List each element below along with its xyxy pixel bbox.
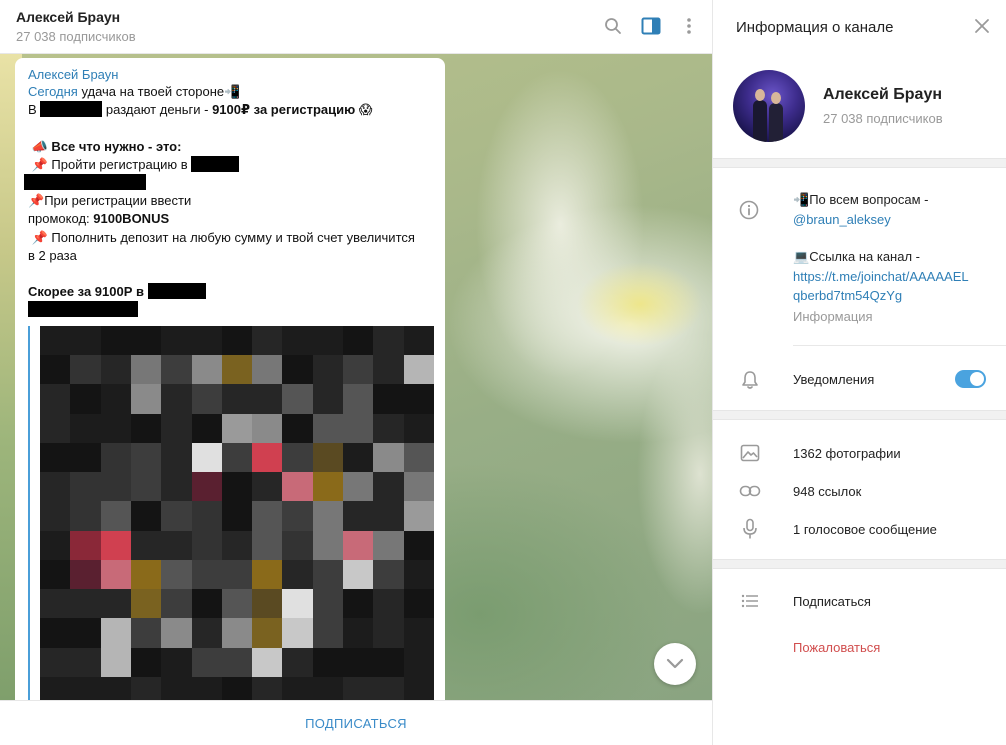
redacted-block	[40, 101, 103, 118]
bell-icon	[739, 369, 761, 391]
invite-link-line1[interactable]: https://t.me/joinchat/AAAAAEL	[793, 269, 969, 284]
avatar[interactable]	[733, 70, 805, 142]
megaphone-emoji-icon: 📣	[31, 139, 48, 155]
channel-subscriber-count: 27 038 подписчиков	[823, 111, 943, 126]
more-options-button[interactable]	[677, 14, 701, 38]
notifications-toggle[interactable]	[955, 370, 986, 388]
search-icon	[605, 18, 621, 34]
contact-handle-link[interactable]: @braun_aleksey	[793, 212, 891, 227]
message-text: Сегодня удача на твоей стороне📲 В раздаю…	[24, 83, 438, 319]
info-panel-title: Информация о канале	[736, 19, 894, 36]
link-icon	[739, 480, 761, 502]
message-author[interactable]: Алексей Браун	[28, 67, 118, 82]
redacted-block	[147, 283, 206, 300]
scroll-to-bottom-button[interactable]	[654, 643, 696, 685]
description-contact-label: По всем вопросам -	[809, 192, 929, 207]
phone-emoji-icon: 📲	[224, 85, 241, 100]
pin-emoji-icon: 📌	[31, 230, 48, 246]
chat-header: Алексей Браун 27 038 подписчиков	[0, 0, 712, 54]
channel-info-panel: Информация о канале Алексей Браун 27 038…	[712, 0, 1006, 745]
chat-title[interactable]: Алексей Браун	[16, 9, 120, 25]
pin-emoji-icon: 📌	[28, 194, 45, 210]
close-icon	[975, 19, 989, 33]
redacted-block	[191, 155, 240, 172]
description-link-label: Ссылка на канал -	[809, 249, 920, 264]
notifications-label: Уведомления	[793, 372, 875, 387]
more-vertical-icon	[687, 18, 691, 34]
chat-area: Алексей Браун 27 038 подписчиков Алексей…	[0, 0, 712, 745]
section-divider	[713, 158, 1006, 168]
toggle-info-panel-button[interactable]	[639, 14, 663, 38]
pin-emoji-icon: 📌	[31, 157, 48, 173]
shared-links[interactable]: 948 ссылок	[793, 484, 861, 499]
pixelated-image[interactable]	[40, 326, 434, 706]
message-link[interactable]: Сегодня	[28, 84, 78, 99]
chevron-down-icon	[666, 658, 684, 669]
laptop-emoji-icon: 💻	[793, 250, 810, 265]
chat-subscriber-count: 27 038 подписчиков	[16, 29, 136, 44]
list-icon	[739, 590, 761, 612]
report-action[interactable]: Пожаловаться	[793, 640, 880, 655]
microphone-icon	[739, 518, 761, 540]
redacted-block	[28, 301, 138, 318]
invite-link-line2[interactable]: qberbd7tm54QzYg	[793, 288, 902, 303]
subscribe-bar: ПОДПИСАТЬСЯ	[0, 700, 712, 745]
shared-voice-messages[interactable]: 1 голосовое сообщение	[793, 522, 937, 537]
subscribe-button[interactable]: ПОДПИСАТЬСЯ	[305, 716, 407, 731]
info-icon	[738, 199, 760, 221]
sidebar-toggle-icon	[641, 17, 661, 35]
row-divider	[793, 345, 1006, 346]
subscribe-action[interactable]: Подписаться	[793, 594, 871, 609]
link-preview[interactable]	[28, 326, 434, 706]
shared-photos[interactable]: 1362 фотографии	[793, 446, 901, 461]
section-divider	[713, 410, 1006, 420]
channel-name: Алексей Браун	[823, 86, 943, 103]
description-caption: Информация	[793, 309, 873, 324]
search-button[interactable]	[601, 14, 625, 38]
close-button[interactable]	[971, 15, 993, 37]
phone-emoji-icon: 📲	[793, 193, 810, 208]
photo-icon	[739, 442, 761, 464]
section-divider	[713, 559, 1006, 569]
channel-message[interactable]: Алексей Браун Сегодня удача на твоей сто…	[15, 58, 445, 708]
scream-emoji-icon: 😱	[358, 103, 373, 119]
redacted-block	[24, 173, 146, 190]
